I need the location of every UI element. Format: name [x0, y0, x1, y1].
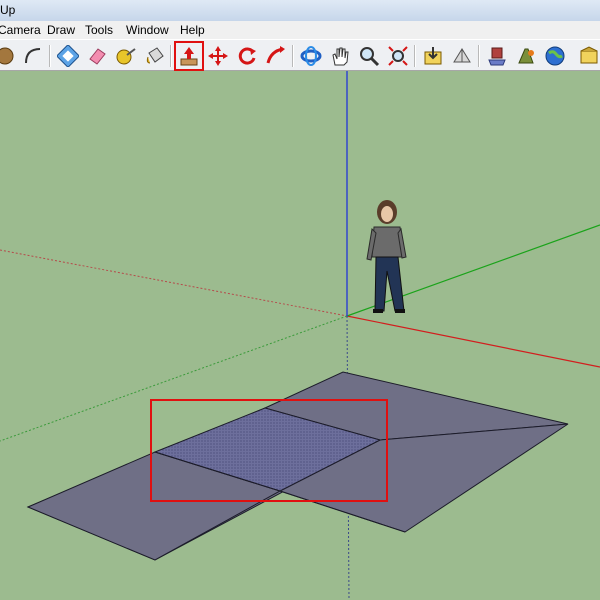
zoom-icon[interactable] — [356, 43, 382, 69]
eraser-icon[interactable] — [84, 43, 110, 69]
get-models-icon[interactable] — [420, 43, 446, 69]
move-icon[interactable] — [205, 43, 231, 69]
google-earth-icon[interactable] — [542, 43, 568, 69]
menu-camera[interactable]: Camera — [0, 23, 41, 37]
components-icon[interactable] — [484, 43, 510, 69]
modeling-viewport[interactable] — [0, 71, 600, 600]
toolbar-separator — [478, 45, 480, 67]
extension-icon[interactable] — [513, 43, 539, 69]
toolbar-separator — [170, 45, 172, 67]
menu-help[interactable]: Help — [180, 23, 205, 37]
paint-bucket-icon[interactable] — [142, 43, 168, 69]
menu-bar: Camera Draw Tools Window Help — [0, 21, 600, 39]
pan-icon[interactable] — [327, 43, 353, 69]
circle-icon[interactable] — [0, 43, 18, 69]
menu-tools[interactable]: Tools — [85, 23, 113, 37]
toolbar-separator — [414, 45, 416, 67]
push-pull-icon[interactable] — [174, 41, 204, 71]
window-title: Up — [0, 3, 16, 17]
toolbar-separator — [292, 45, 294, 67]
scale-figure[interactable] — [366, 200, 407, 313]
toolbar-separator — [49, 45, 51, 67]
menu-draw[interactable]: Draw — [47, 23, 75, 37]
red-axis-dotted — [0, 249, 348, 317]
follow-me-icon[interactable] — [263, 43, 289, 69]
scene-canvas[interactable] — [0, 71, 600, 600]
red-axis — [346, 315, 600, 368]
zoom-extents-icon[interactable] — [385, 43, 411, 69]
offset-icon[interactable] — [55, 43, 81, 69]
warehouse-icon[interactable] — [576, 43, 600, 69]
share-model-icon[interactable] — [449, 43, 475, 69]
orbit-icon[interactable] — [298, 43, 324, 69]
arc-icon[interactable] — [20, 43, 46, 69]
menu-window[interactable]: Window — [126, 23, 169, 37]
toolbar — [0, 39, 600, 71]
rotate-icon[interactable] — [234, 43, 260, 69]
tape-measure-icon[interactable] — [113, 43, 139, 69]
title-bar: Up — [0, 0, 600, 22]
